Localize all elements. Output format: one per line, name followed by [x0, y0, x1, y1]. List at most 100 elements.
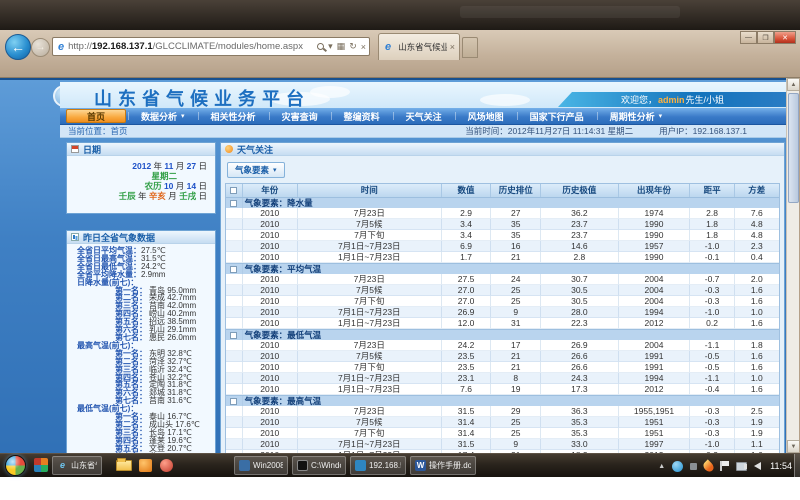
pinned-app-icon[interactable] — [34, 458, 48, 472]
messenger-icon[interactable] — [672, 461, 683, 472]
table-cell: 2.9 — [442, 208, 492, 219]
table-row: 20101月1日~7月23日12.03122.320120.21.6 — [226, 318, 779, 329]
breadcrumb: 当前位置：首页 — [60, 125, 465, 137]
table-cell: 2010 — [243, 417, 298, 428]
menu-item-天气关注[interactable]: 天气关注 — [393, 108, 455, 124]
address-bar[interactable]: e http://192.168.137.1/GLCCLIMATE/module… — [52, 37, 370, 56]
show-desktop-button[interactable] — [794, 454, 800, 478]
app-icon — [239, 460, 250, 471]
explorer-folder-icon[interactable] — [116, 460, 132, 471]
close-button[interactable]: ✕ — [774, 31, 796, 44]
table-cell: 2.3 — [735, 241, 779, 252]
tray-app-icon[interactable] — [690, 463, 697, 470]
table-cell: 1991 — [619, 362, 691, 373]
menu-item-整编资料[interactable]: 整编资料 — [331, 108, 393, 124]
compatibility-icon[interactable]: ▦ — [337, 41, 346, 52]
table-cell: 2010 — [243, 439, 298, 450]
maximize-button[interactable]: ❐ — [757, 31, 774, 44]
weather-panel-title: 昨日全省气象数据 — [83, 231, 155, 244]
checkbox[interactable] — [230, 187, 237, 194]
vertical-scrollbar[interactable]: ▲ ▼ — [786, 78, 799, 453]
console-icon — [297, 460, 308, 471]
table-cell: 1.0 — [735, 373, 779, 384]
table-cell: 7月23日 — [298, 274, 442, 285]
taskbar-button-ie[interactable]: e山东省气候业务平... — [52, 456, 102, 475]
menu-item-相关性分析[interactable]: 相关性分析 — [198, 108, 269, 124]
table-cell: 2.5 — [735, 406, 779, 417]
back-button[interactable]: ← — [5, 34, 31, 60]
checkbox[interactable] — [230, 266, 237, 273]
clock[interactable]: 11:54 — [768, 461, 792, 471]
browser-tab[interactable]: e 山东省气候业务平... × — [378, 33, 460, 60]
pinned-orange-app-icon[interactable] — [139, 459, 152, 472]
new-tab-button[interactable] — [462, 37, 478, 58]
table-group-row: 气象要素：降水量 — [226, 197, 779, 208]
table-cell: 1.6 — [735, 384, 779, 395]
table-cell: 0.4 — [735, 252, 779, 263]
tray-expand-icon[interactable]: ▲ — [658, 463, 665, 470]
table-cell: 4.8 — [735, 230, 779, 241]
table-cell: 25 — [491, 417, 541, 428]
table-cell: 23.5 — [442, 351, 492, 362]
taskbar-button-app[interactable]: Win2008 (VS2... — [234, 456, 288, 475]
table-cell: -0.1 — [690, 252, 734, 263]
refresh-icon[interactable]: ↻ — [349, 41, 357, 52]
table-cell: 7月23日 — [298, 208, 442, 219]
element-filter-button[interactable]: 气象要素▾ — [227, 162, 285, 178]
volume-icon[interactable] — [754, 462, 761, 470]
table-cell: 30.7 — [541, 274, 618, 285]
table-cell: 7月1日~7月23日 — [298, 373, 442, 384]
checkbox[interactable] — [230, 332, 237, 339]
table-row: 20107月1日~7月23日26.9928.01994-1.01.0 — [226, 307, 779, 318]
window-controls: — ❐ ✕ — [740, 31, 796, 44]
table-cell: 24 — [491, 274, 541, 285]
forward-button[interactable]: → — [31, 38, 50, 57]
stop-icon[interactable]: × — [361, 42, 366, 52]
menu-item-周期性分析[interactable]: 周期性分析▾ — [597, 108, 676, 124]
table-cell: 2.8 — [541, 252, 618, 263]
table-cell: 7月5候 — [298, 351, 442, 362]
table-cell: 7月23日 — [298, 406, 442, 417]
table-row: 20107月下旬31.42535.31951-0.31.9 — [226, 428, 779, 439]
taskbar-button-remote[interactable]: 192.168.59.99... — [350, 456, 406, 475]
taskbar-button-word[interactable]: W操作手册.docx -... — [410, 456, 476, 475]
menu-item-风场地图[interactable]: 风场地图 — [455, 108, 517, 124]
chevron-down-icon: ▾ — [273, 166, 277, 174]
start-button[interactable] — [5, 455, 26, 476]
table-cell: 17 — [491, 340, 541, 351]
menu-bar: 首页数据分析▾相关性分析灾害查询整编资料天气关注风场地图国家下行产品周期性分析▾ — [60, 108, 787, 125]
flame-icon[interactable] — [702, 459, 716, 473]
table-cell: 1.6 — [735, 351, 779, 362]
scrollbar-thumb[interactable] — [788, 93, 799, 203]
table-cell: 31.4 — [442, 417, 492, 428]
table-cell: 24.3 — [541, 373, 618, 384]
search-dropdown-icon[interactable]: ▾ — [328, 41, 333, 52]
table-cell: -1.1 — [690, 340, 734, 351]
pinned-media-app-icon[interactable] — [160, 459, 173, 472]
tab-close-icon[interactable]: × — [450, 42, 455, 52]
checkbox[interactable] — [230, 398, 237, 405]
tab-title: 山东省气候业务平... — [398, 41, 447, 53]
taskbar-button-console[interactable]: C:\Windows\s... — [292, 456, 346, 475]
background-window-titlebar — [0, 0, 800, 30]
checkbox[interactable] — [230, 200, 237, 207]
table-cell: 23.5 — [442, 362, 492, 373]
search-icon[interactable] — [317, 43, 324, 50]
menu-item-数据分析[interactable]: 数据分析▾ — [128, 108, 198, 124]
column-header: 历史排位 — [491, 184, 541, 197]
calendar-panel: 日期 2012 年 11 月 27 日 星期二 农历 10 月 14 日 壬辰 … — [66, 142, 216, 214]
table-group-row: 气象要素：平均气温 — [226, 263, 779, 274]
calendar-weekday: 星期二 — [67, 171, 207, 181]
table-row: 20107月23日27.52430.72004-0.72.0 — [226, 274, 779, 285]
minimize-button[interactable]: — — [740, 31, 757, 44]
action-center-flag-icon[interactable] — [720, 461, 729, 471]
menu-item-灾害查询[interactable]: 灾害查询 — [269, 108, 331, 124]
table-header-row: 年份时间数值历史排位历史极值出现年份距平方差 — [226, 184, 779, 197]
column-header: 出现年份 — [619, 184, 691, 197]
table-cell: 2004 — [619, 274, 691, 285]
menu-item-国家下行产品[interactable]: 国家下行产品 — [517, 108, 597, 124]
menu-item-首页[interactable]: 首页 — [66, 109, 126, 123]
table-cell: 1.8 — [690, 230, 734, 241]
table-cell: 1951 — [619, 417, 691, 428]
table-cell: 2004 — [619, 296, 691, 307]
